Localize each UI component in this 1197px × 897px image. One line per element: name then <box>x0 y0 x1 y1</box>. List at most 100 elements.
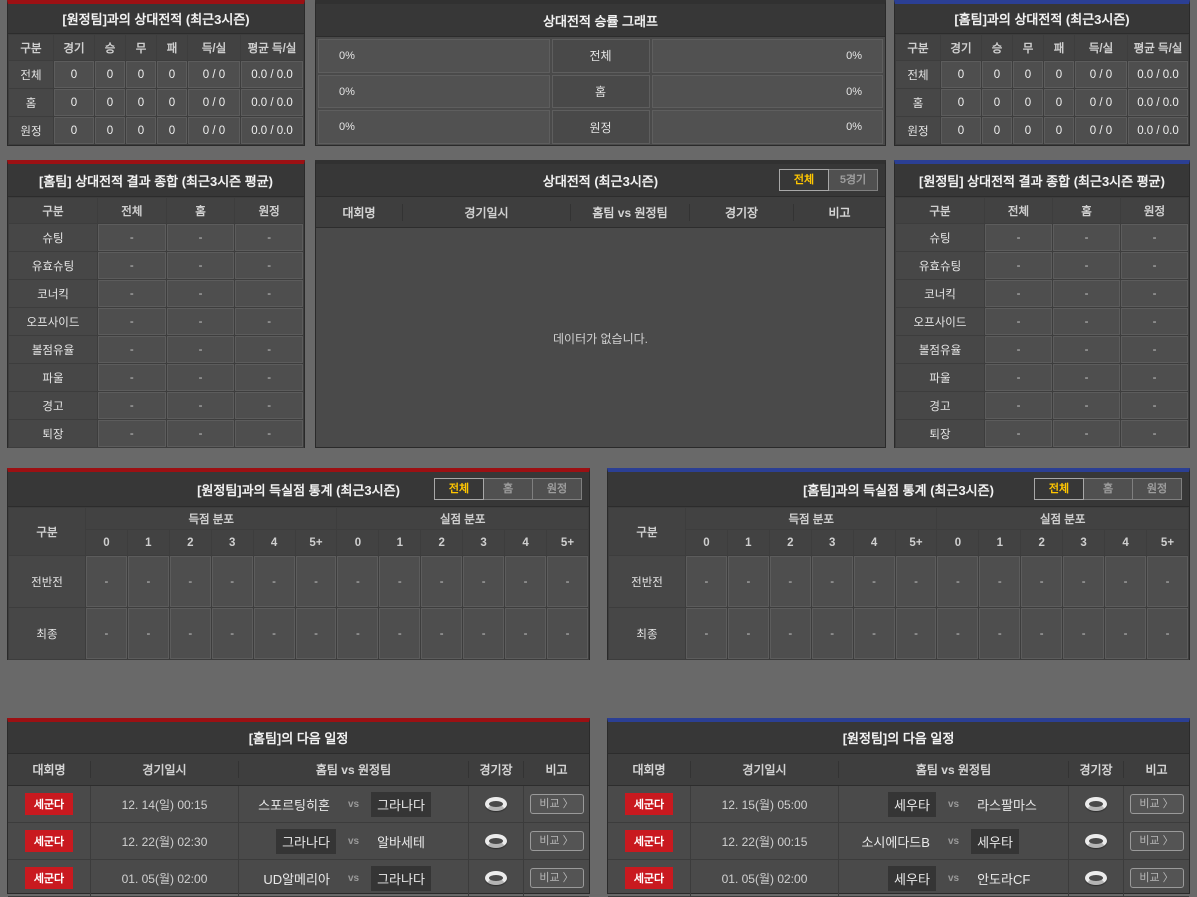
row-label: 슈팅 <box>9 224 97 251</box>
stat-cell: - <box>1053 308 1120 335</box>
col-header: 승 <box>95 35 125 60</box>
schedule-row: 세군다 12. 14(일) 00:15 스포르팅히혼 vs 그라나다 비교 〉 <box>8 786 589 823</box>
table-row: 전체 0 0 0 0 0 / 0 0.0 / 0.0 <box>896 61 1188 88</box>
table-row: 원정 0 0 0 0 0 / 0 0.0 / 0.0 <box>896 117 1188 144</box>
compare-button[interactable]: 비교 〉 <box>529 868 584 888</box>
stat-cell: - <box>769 608 811 659</box>
stat-cell: - <box>505 608 546 659</box>
stat-cell: - <box>985 392 1052 419</box>
stat-cell: - <box>1053 252 1120 279</box>
stadium-icon[interactable] <box>1085 871 1107 885</box>
row-label: 원정 <box>896 117 940 144</box>
col-header: 패 <box>1044 35 1074 60</box>
league-badge[interactable]: 세군다 <box>24 867 74 889</box>
home-team: UD알메리아 <box>263 871 330 887</box>
stadium-icon[interactable] <box>1085 797 1107 811</box>
count-header-row: 0 1 2 3 4 5+ 0 1 2 3 4 5+ <box>9 530 588 555</box>
tab-last5[interactable]: 5경기 <box>828 169 878 191</box>
stat-cell: 0 <box>157 61 187 88</box>
panel-away-h2h-record: [원정팀]과의 상대전적 (최근3시즌) 구분 경기 승 무 패 득/실 평균 … <box>7 0 305 146</box>
schedule-row: 세군다 12. 22(월) 00:15 소시에다드B vs 세우타 비교 〉 <box>608 823 1189 860</box>
col-header: 0 <box>337 530 379 555</box>
compare-button[interactable]: 비교 〉 <box>1129 868 1184 888</box>
compare-button[interactable]: 비교 〉 <box>1129 794 1184 814</box>
graph-row: 0% 홈 0% <box>318 74 883 109</box>
stat-cell: - <box>127 608 169 659</box>
panel-away-goal-stats: [원정팀]과의 득실점 통계 (최근3시즌) 전체 홈 원정 구분 득점 분포 … <box>7 468 590 660</box>
match-teams: 그라나다 vs 알바세테 <box>238 823 468 859</box>
stat-cell: 0 <box>54 61 94 88</box>
league-badge[interactable]: 세군다 <box>624 867 674 889</box>
col-header: 3 <box>211 530 253 555</box>
stadium-icon[interactable] <box>485 834 507 848</box>
table-row: 코너킥 - - - <box>9 280 303 307</box>
stat-cell: - <box>166 336 235 363</box>
stadium-icon[interactable] <box>1085 834 1107 848</box>
tab-away[interactable]: 원정 <box>1132 478 1182 500</box>
col-header: 4 <box>853 530 895 555</box>
col-header: 2 <box>1021 530 1063 555</box>
stat-cell: - <box>1121 252 1188 279</box>
home-team: 세우타 <box>888 865 936 891</box>
league-badge[interactable]: 세군다 <box>624 793 674 815</box>
tab-away[interactable]: 원정 <box>532 478 582 500</box>
tab-home[interactable]: 홈 <box>1083 478 1133 500</box>
compare-button[interactable]: 비교 〉 <box>1129 831 1184 851</box>
league-badge[interactable]: 세군다 <box>624 830 674 852</box>
stat-cell: - <box>1053 224 1120 251</box>
away-winrate-bar: 0% <box>651 74 883 109</box>
league-badge[interactable]: 세군다 <box>24 793 74 815</box>
row-label: 퇴장 <box>9 420 97 447</box>
col-header: 무 <box>1013 35 1043 60</box>
stat-cell: - <box>811 608 853 659</box>
stat-cell: - <box>1105 556 1146 607</box>
col-header: 5+ <box>546 530 588 555</box>
panel-title: [홈팀] 상대전적 결과 종합 (최근3시즌 평균) <box>8 164 304 197</box>
tab-all[interactable]: 전체 <box>1034 478 1084 500</box>
stat-cell: - <box>546 556 588 607</box>
stat-cell: - <box>727 608 769 659</box>
match-datetime: 12. 15(월) 05:00 <box>690 786 838 822</box>
league-badge[interactable]: 세군다 <box>24 830 74 852</box>
tab-home[interactable]: 홈 <box>483 478 533 500</box>
panel-title: [원정팀]과의 상대전적 (최근3시즌) <box>8 4 304 34</box>
corner-header: 구분 <box>9 508 85 555</box>
panel-away-schedule: [원정팀]의 다음 일정 대회명 경기일시 홈팀 vs 원정팀 경기장 비고 세… <box>607 718 1190 897</box>
away-team: 그라나다 <box>371 791 431 817</box>
col-header: 원정 <box>1121 198 1188 223</box>
panel-title-text: [원정팀]과의 득실점 통계 (최근3시즌) <box>197 482 400 498</box>
home-winrate-bar: 0% <box>318 74 550 109</box>
schedule-row: 세군다 12. 22(월) 02:30 그라나다 vs 알바세테 비교 〉 <box>8 823 589 860</box>
match-teams: 세우타 vs 라스팔마스 <box>838 786 1068 822</box>
vs-label: vs <box>347 872 360 884</box>
away-winrate-bar: 0% <box>651 39 883 73</box>
stat-cell: 0 / 0 <box>188 89 240 116</box>
compare-button[interactable]: 비교 〉 <box>529 794 584 814</box>
schedule-row: 세군다 12. 15(월) 05:00 세우타 vs 라스팔마스 비교 〉 <box>608 786 1189 823</box>
stadium-icon[interactable] <box>485 871 507 885</box>
panel-away-result-summary: [원정팀] 상대전적 결과 종합 (최근3시즌 평균) 구분 전체 홈 원정 슈… <box>894 160 1190 448</box>
panel-home-schedule: [홈팀]의 다음 일정 대회명 경기일시 홈팀 vs 원정팀 경기장 비고 세군… <box>7 718 590 897</box>
col-header: 3 <box>1063 530 1105 555</box>
stadium-icon[interactable] <box>485 797 507 811</box>
tab-all[interactable]: 전체 <box>434 478 484 500</box>
stat-cell: - <box>295 608 337 659</box>
stat-cell: - <box>98 224 166 251</box>
stat-cell: - <box>127 556 169 607</box>
stat-cell: - <box>421 608 463 659</box>
stat-cell: 0 <box>95 61 125 88</box>
stat-cell: - <box>211 608 253 659</box>
stat-cell: - <box>1053 420 1120 447</box>
col-header: 1 <box>127 530 169 555</box>
compare-button[interactable]: 비교 〉 <box>529 831 584 851</box>
tab-all[interactable]: 전체 <box>779 169 829 191</box>
result-summary-table: 구분 전체 홈 원정 슈팅 - - - 유효슈팅 - - - 코너킥 - - - 오프사이드 - - -… <box>895 197 1189 448</box>
stat-cell: - <box>979 608 1021 659</box>
h2h-record-table: 구분 경기 승 무 패 득/실 평균 득/실 전체 0 0 0 0 0 / 0 … <box>895 34 1189 145</box>
panel-title: [원정팀]의 다음 일정 <box>608 722 1189 754</box>
stat-cell: - <box>379 556 421 607</box>
stat-cell: - <box>98 364 166 391</box>
table-row: 유효슈팅 - - - <box>9 252 303 279</box>
col-header: 4 <box>253 530 295 555</box>
schedule-row: 세군다 01. 05(월) 02:00 UD알메리아 vs 그라나다 비교 〉 <box>8 860 589 897</box>
